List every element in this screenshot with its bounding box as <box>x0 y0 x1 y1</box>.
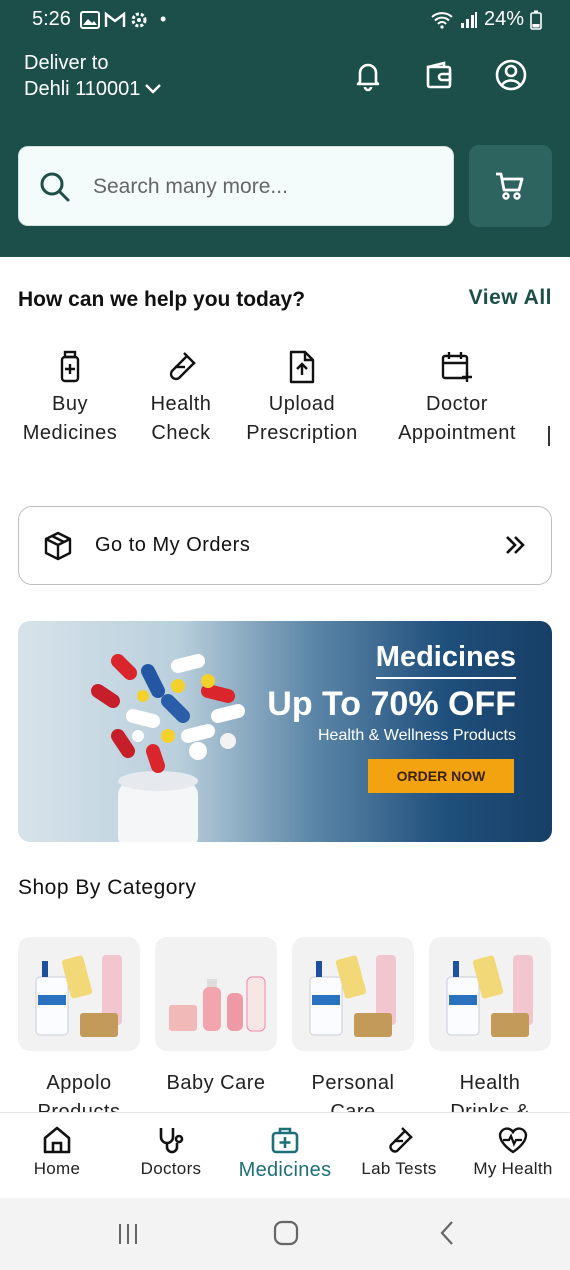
package-icon <box>44 531 72 561</box>
upload-file-icon <box>289 350 315 384</box>
bottom-navigation: Home Doctors Medicines Lab Tests My Heal… <box>0 1112 570 1198</box>
wallet-icon[interactable] <box>422 58 456 92</box>
service-label: Upload <box>268 393 336 415</box>
nav-label: Lab Tests <box>361 1159 437 1178</box>
chevron-down-icon <box>145 84 162 94</box>
view-all-link[interactable]: View All <box>469 286 552 310</box>
service-buy-medicines[interactable]: Buy Medicines <box>18 350 122 448</box>
nav-label: Medicines <box>238 1159 332 1181</box>
search-icon <box>40 172 70 202</box>
search-placeholder: Search many more... <box>93 175 288 198</box>
wifi-icon <box>431 11 453 29</box>
pills-illustration <box>91 654 245 842</box>
status-right: 24% <box>430 8 542 31</box>
category-baby-care[interactable]: Baby Care <box>155 937 277 1114</box>
app-header: 5:26 • 24% Deliver to Dehli 110001 Searc… <box>0 0 570 257</box>
category-image <box>18 937 140 1051</box>
orders-label: Go to My Orders <box>95 534 251 556</box>
deliver-label: Deliver to <box>24 52 109 74</box>
service-label: Medicines <box>22 422 118 444</box>
nav-label: Home <box>33 1159 81 1178</box>
test-tube-icon <box>389 1127 413 1153</box>
cart-button[interactable] <box>469 145 552 227</box>
category-health-drinks[interactable]: Health Drinks & <box>429 937 551 1114</box>
category-image <box>292 937 414 1051</box>
mail-icon <box>104 11 126 27</box>
nav-label: Doctors <box>140 1159 202 1178</box>
home-icon <box>43 1126 71 1154</box>
service-label: Prescription <box>246 422 358 444</box>
service-label: Check <box>151 422 211 444</box>
banner-subtitle: Health & Wellness Products <box>317 727 516 744</box>
battery-level: 24% <box>483 8 524 30</box>
category-name: Baby Care <box>166 1072 266 1094</box>
service-doctor-appointment[interactable]: Doctor Appointment <box>386 350 528 448</box>
category-heading: Shop By Category <box>18 876 197 899</box>
medicine-bottle-icon <box>60 350 80 383</box>
service-label: Doctor <box>426 393 488 415</box>
help-heading: How can we help you today? <box>18 288 306 311</box>
nav-lab-tests[interactable]: Lab Tests <box>352 1125 446 1179</box>
calendar-plus-icon <box>441 352 472 382</box>
double-chevron-right-icon <box>506 536 525 554</box>
nav-label: My Health <box>473 1159 553 1178</box>
my-orders-button[interactable]: Go to My Orders <box>18 506 552 585</box>
back-icon[interactable] <box>438 1220 458 1246</box>
nav-doctors[interactable]: Doctors <box>131 1125 211 1179</box>
medical-bag-icon <box>271 1127 299 1154</box>
nav-home[interactable]: Home <box>22 1125 92 1179</box>
category-name: Appolo Products <box>37 1072 121 1114</box>
next-service-peek <box>548 426 550 446</box>
category-personal-care[interactable]: Personal Care <box>292 937 414 1114</box>
category-appolo-products[interactable]: Appolo Products <box>18 937 140 1114</box>
gallery-icon <box>80 10 100 29</box>
location-text: Dehli 110001 <box>24 78 141 100</box>
service-label: Health <box>150 393 212 415</box>
banner-offer: Up To 70% OFF <box>267 685 516 723</box>
stethoscope-icon <box>159 1128 184 1154</box>
service-upload-prescription[interactable]: Upload Prescription <box>238 350 366 448</box>
home-circle-icon[interactable] <box>273 1220 299 1246</box>
settings-icon <box>131 12 147 27</box>
system-navigation-bar <box>0 1198 570 1270</box>
service-health-check[interactable]: Health Check <box>138 350 224 448</box>
search-input[interactable]: Search many more... <box>18 146 454 226</box>
recent-apps-icon[interactable] <box>116 1222 140 1246</box>
signal-icon <box>460 11 477 28</box>
promo-banner[interactable]: Medicines Up To 70% OFF Health & Wellnes… <box>18 621 552 842</box>
service-label: Buy <box>52 393 88 415</box>
status-bar: 5:26 • 24% <box>0 0 570 40</box>
nav-my-health[interactable]: My Health <box>464 1125 562 1179</box>
notification-icons: • <box>80 9 166 30</box>
profile-icon[interactable] <box>494 58 528 92</box>
nav-medicines[interactable]: Medicines <box>228 1125 342 1182</box>
category-image <box>155 937 277 1051</box>
bell-icon[interactable] <box>351 58 385 92</box>
cart-icon <box>496 172 524 200</box>
category-name: Health Drinks & <box>450 1072 530 1114</box>
status-time: 5:26 <box>32 8 71 30</box>
battery-icon <box>530 10 542 30</box>
banner-title: Medicines <box>375 641 516 673</box>
banner-divider <box>376 677 516 679</box>
order-now-button[interactable]: ORDER NOW <box>368 759 514 793</box>
category-image <box>429 937 551 1051</box>
heart-pulse-icon <box>498 1127 528 1154</box>
delivery-location[interactable]: Deliver to Dehli 110001 <box>24 50 162 102</box>
service-label: Appointment <box>398 422 516 444</box>
test-tube-icon <box>169 352 196 381</box>
category-name: Personal Care <box>311 1072 395 1114</box>
